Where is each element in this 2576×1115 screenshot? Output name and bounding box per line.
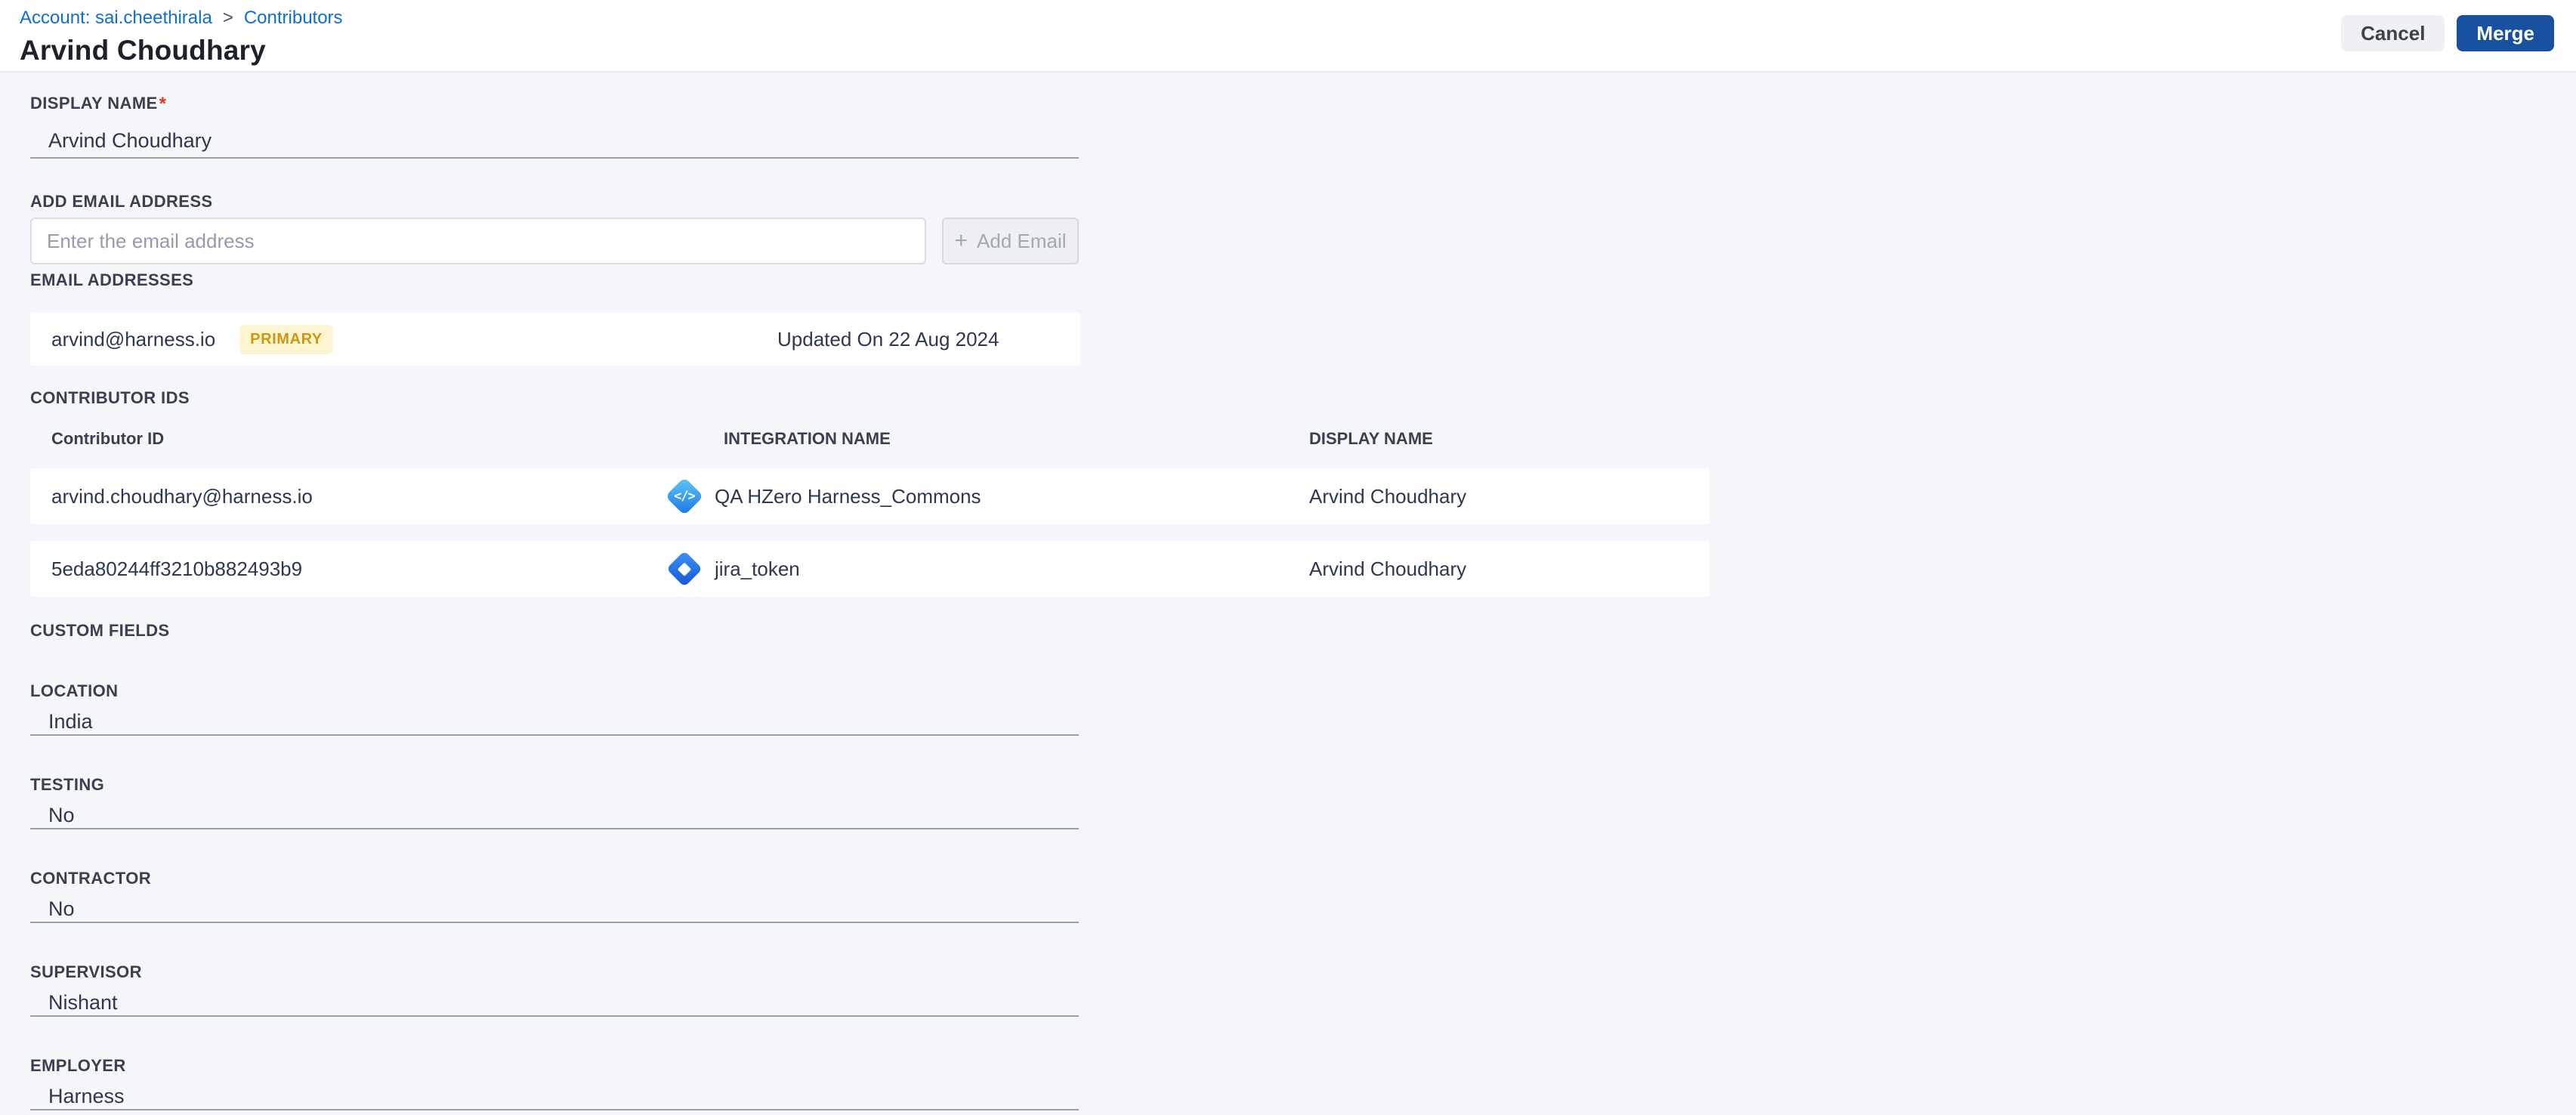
add-email-label: ADD EMAIL ADDRESS xyxy=(30,192,213,211)
testing-label: TESTING xyxy=(30,775,105,794)
add-email-button[interactable]: + Add Email xyxy=(942,218,1079,264)
top-actions: Cancel Merge xyxy=(2341,15,2554,51)
custom-field-supervisor: SUPERVISOR xyxy=(30,962,2546,1017)
display-name-input[interactable] xyxy=(30,124,1079,159)
display-name-group: DISPLAY NAME* xyxy=(30,94,2546,159)
display-name-label: DISPLAY NAME* xyxy=(30,94,2546,115)
plus-icon: + xyxy=(954,228,968,253)
custom-field-testing: TESTING xyxy=(30,775,2546,829)
employer-label: EMPLOYER xyxy=(30,1056,126,1075)
column-header-contributor-id: Contributor ID xyxy=(51,429,165,448)
contributor-detail-form: DISPLAY NAME* ADD EMAIL ADDRESS + Add Em… xyxy=(0,73,2576,1110)
integration-name-value: jira_token xyxy=(715,557,800,580)
location-label: LOCATION xyxy=(30,681,119,700)
row-display-name-value: Arvind Choudhary xyxy=(1309,557,1467,580)
row-display-name-value: Arvind Choudhary xyxy=(1309,484,1467,508)
email-address-row: arvind@harness.io PRIMARY Updated On 22 … xyxy=(30,313,1080,366)
supervisor-label: SUPERVISOR xyxy=(30,962,142,981)
contributor-id-row: arvind.choudhary@harness.io </> QA HZero… xyxy=(30,468,1710,524)
contributor-ids-table-header: Contributor ID INTEGRATION NAME DISPLAY … xyxy=(30,429,1710,449)
email-updated-on: Updated On 22 Aug 2024 xyxy=(777,327,999,351)
top-bar: Account: sai.cheethirala > Contributors … xyxy=(0,0,2576,73)
custom-field-location: LOCATION xyxy=(30,681,2546,736)
location-input[interactable] xyxy=(30,709,1079,736)
integration-name-value: QA HZero Harness_Commons xyxy=(715,484,981,508)
merge-button[interactable]: Merge xyxy=(2457,15,2554,51)
contributor-id-value: arvind.choudhary@harness.io xyxy=(51,484,313,508)
contributor-ids-group: CONTRIBUTOR IDS Contributor ID INTEGRATI… xyxy=(30,388,2546,597)
display-name-label-text: DISPLAY NAME xyxy=(30,94,158,113)
breadcrumb-contributors-link[interactable]: Contributors xyxy=(244,8,343,29)
employer-input[interactable] xyxy=(30,1083,1079,1110)
contractor-label: CONTRACTOR xyxy=(30,869,152,888)
email-addresses-label: EMAIL ADDRESSES xyxy=(30,270,194,289)
jira-icon xyxy=(665,549,704,588)
code-integration-icon: </> xyxy=(665,477,704,516)
cancel-button[interactable]: Cancel xyxy=(2341,15,2445,51)
integration-cell: jira_token xyxy=(665,549,1294,588)
breadcrumb-account-link[interactable]: Account: sai.cheethirala xyxy=(20,8,212,29)
email-address-input[interactable] xyxy=(30,218,926,264)
contributor-id-row: 5eda80244ff3210b882493b9 jira_token Arvi… xyxy=(30,541,1710,597)
column-header-display-name: DISPLAY NAME xyxy=(1309,429,1433,448)
custom-field-employer: EMPLOYER xyxy=(30,1056,2546,1110)
primary-badge: PRIMARY xyxy=(239,324,333,354)
testing-input[interactable] xyxy=(30,802,1079,829)
contributor-id-value: 5eda80244ff3210b882493b9 xyxy=(51,557,303,580)
breadcrumb: Account: sai.cheethirala > Contributors xyxy=(20,8,2555,29)
required-asterisk: * xyxy=(159,94,167,114)
breadcrumb-separator-icon: > xyxy=(222,8,233,28)
email-addresses-group: EMAIL ADDRESSES arvind@harness.io PRIMAR… xyxy=(30,270,2546,366)
page-title: Arvind Choudhary xyxy=(20,35,266,66)
add-email-button-label: Add Email xyxy=(977,229,1067,252)
email-address-value: arvind@harness.io xyxy=(51,327,216,351)
custom-fields-group: CUSTOM FIELDS LOCATION TESTING CONTRACTO… xyxy=(30,621,2546,1110)
supervisor-input[interactable] xyxy=(30,990,1079,1017)
column-header-integration-name: INTEGRATION NAME xyxy=(724,429,891,448)
integration-cell: </> QA HZero Harness_Commons xyxy=(665,477,1294,516)
custom-field-contractor: CONTRACTOR xyxy=(30,869,2546,923)
add-email-row: + Add Email xyxy=(30,218,2546,264)
custom-fields-label: CUSTOM FIELDS xyxy=(30,621,170,640)
contributor-ids-label: CONTRIBUTOR IDS xyxy=(30,388,190,407)
contractor-input[interactable] xyxy=(30,896,1079,923)
add-email-group: ADD EMAIL ADDRESS + Add Email xyxy=(30,192,2546,264)
